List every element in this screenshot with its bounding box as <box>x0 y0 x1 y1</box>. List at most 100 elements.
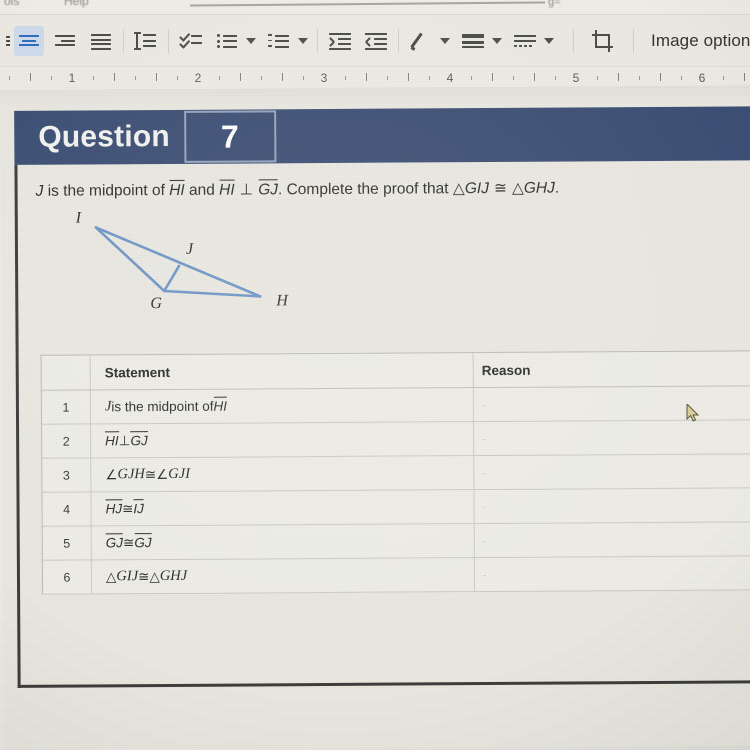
decrease-indent-icon[interactable] <box>325 26 355 56</box>
math-label-GJH: GJH <box>117 466 145 483</box>
ruler-number-5: 5 <box>572 71 580 85</box>
prompt-text-2: and <box>184 181 220 199</box>
row-number: 2 <box>42 424 92 458</box>
table-row: 6 △ GIJ ≅ △ GHJ · <box>42 556 750 595</box>
vertex-label-I: I <box>75 209 82 227</box>
ruler-number-1: 1 <box>68 71 76 85</box>
toolbar-divider <box>398 29 399 53</box>
ruler-tick <box>261 76 262 80</box>
statement-text: △ <box>105 568 117 584</box>
statement-cell: ∠ GJH ≅ ∠ GJI <box>91 456 475 492</box>
border-dash-icon[interactable] <box>510 26 540 56</box>
reason-cell[interactable]: · <box>475 522 750 557</box>
statement-cell: J is the midpoint of HI <box>90 388 475 424</box>
vertex-label-H: H <box>276 292 288 310</box>
segment-GJ: GJ <box>105 535 124 551</box>
statement-text: ≅ <box>122 534 135 550</box>
ruler-tick <box>303 76 304 80</box>
question-banner: Question 7 <box>14 106 750 165</box>
ruler-tick <box>408 73 409 81</box>
statement-text: ⊥ <box>118 432 131 448</box>
menu-right-fragment: g= <box>548 0 561 8</box>
row-number: 6 <box>42 560 93 594</box>
reason-cell[interactable]: · <box>474 420 750 455</box>
reason-cell[interactable]: · <box>474 386 750 421</box>
statement-text: is the midpoint of <box>111 398 214 415</box>
prompt-text-3: . Complete the proof that △ <box>277 180 465 199</box>
menu-bar: ols Help g= <box>0 0 750 14</box>
border-weight-icon[interactable] <box>458 26 488 56</box>
ruler-tick <box>156 73 157 81</box>
row-number: 1 <box>41 390 92 424</box>
reason-placeholder-mark: · <box>482 569 486 580</box>
align-justify-icon[interactable] <box>86 26 116 56</box>
ruler-tick <box>219 76 220 80</box>
numbered-list-icon[interactable] <box>264 26 294 56</box>
toolbar-divider <box>123 29 124 53</box>
header-cell-reason: Reason <box>481 362 531 378</box>
header-cell-number <box>41 355 91 390</box>
ruler-tick <box>345 76 346 80</box>
border-dash-caret-icon[interactable] <box>544 38 554 44</box>
ruler-tick <box>177 76 178 80</box>
statement-cell: GJ ≅ GJ <box>91 524 475 560</box>
ruler-tick <box>429 76 430 80</box>
toolbar-divider <box>317 29 318 53</box>
checklist-icon[interactable] <box>176 26 206 56</box>
ruler-tick <box>744 73 745 81</box>
bulleted-list-caret-icon[interactable] <box>246 38 256 44</box>
pencil-icon[interactable] <box>406 26 436 56</box>
ruler-tick <box>681 76 682 80</box>
numbered-list-caret-icon[interactable] <box>298 38 308 44</box>
table-header-row: Statement Reason <box>41 351 750 391</box>
align-center-icon[interactable] <box>14 26 44 56</box>
bulleted-list-icon[interactable] <box>212 26 242 56</box>
ruler-tick <box>135 76 136 80</box>
ruler-number-4: 4 <box>446 71 454 85</box>
ruler-tick <box>618 73 619 81</box>
table-row: 2 HI ⊥ GJ · <box>42 420 750 459</box>
ruler-tick <box>723 76 724 80</box>
reason-cell[interactable]: · <box>475 556 750 591</box>
increase-indent-icon[interactable] <box>361 26 391 56</box>
problem-statement: J is the midpoint of HI and HI ⊥ GJ. Compl… <box>36 179 560 201</box>
screen-photo: ols Help g= Image options 1 2 3 4 5 6 Qu… <box>0 0 750 750</box>
reason-cell[interactable]: · <box>474 454 750 489</box>
ruler-tick <box>93 76 94 80</box>
ruler-tick <box>387 76 388 80</box>
math-label-GHJ: GHJ <box>159 567 188 585</box>
statement-text: △ <box>149 568 160 584</box>
statement-text: ∠ <box>105 466 118 482</box>
ruler-tick <box>51 76 52 80</box>
line-spacing-icon[interactable] <box>131 26 161 56</box>
align-left-icon-clipped[interactable] <box>0 26 10 56</box>
ruler-tick <box>366 73 367 81</box>
prompt-triangle-GHJ: GHJ <box>523 179 555 197</box>
ruler-tick <box>660 73 661 81</box>
proof-table: Statement Reason 1J is the midpoint of H… <box>40 350 750 595</box>
reason-placeholder-mark: · <box>482 467 486 478</box>
ruler-tick <box>597 76 598 80</box>
row-number: 4 <box>42 492 92 526</box>
statement-text: ≅ <box>138 568 150 584</box>
toolbar-divider <box>573 29 574 53</box>
reason-cell[interactable]: · <box>474 488 750 523</box>
document-page: Question 7 J is the midpoint of HI and H… <box>0 85 750 750</box>
prompt-text-1: is the midpoint of <box>43 181 170 200</box>
menu-item-help[interactable]: Help <box>64 0 89 8</box>
question-body: J is the midpoint of HI and H I ⊥ GJ . Compl… <box>14 160 750 688</box>
prompt-point-J: J <box>35 182 44 200</box>
triangle-diagram-svg <box>94 226 262 298</box>
reason-placeholder-mark: · <box>482 433 486 444</box>
crop-image-icon[interactable] <box>588 26 618 56</box>
pencil-caret-icon[interactable] <box>440 38 450 44</box>
ruler-tick <box>30 73 31 81</box>
toolbar-divider <box>168 29 169 53</box>
image-options-button[interactable]: Image options <box>651 31 750 51</box>
border-weight-caret-icon[interactable] <box>492 38 502 44</box>
reason-placeholder-mark: · <box>482 501 486 512</box>
menu-item-tools[interactable]: ols <box>4 0 19 8</box>
ruler-tick <box>114 73 115 81</box>
align-right-icon[interactable] <box>50 26 80 56</box>
statement-cell: HJ ≅ IJ <box>91 490 475 526</box>
